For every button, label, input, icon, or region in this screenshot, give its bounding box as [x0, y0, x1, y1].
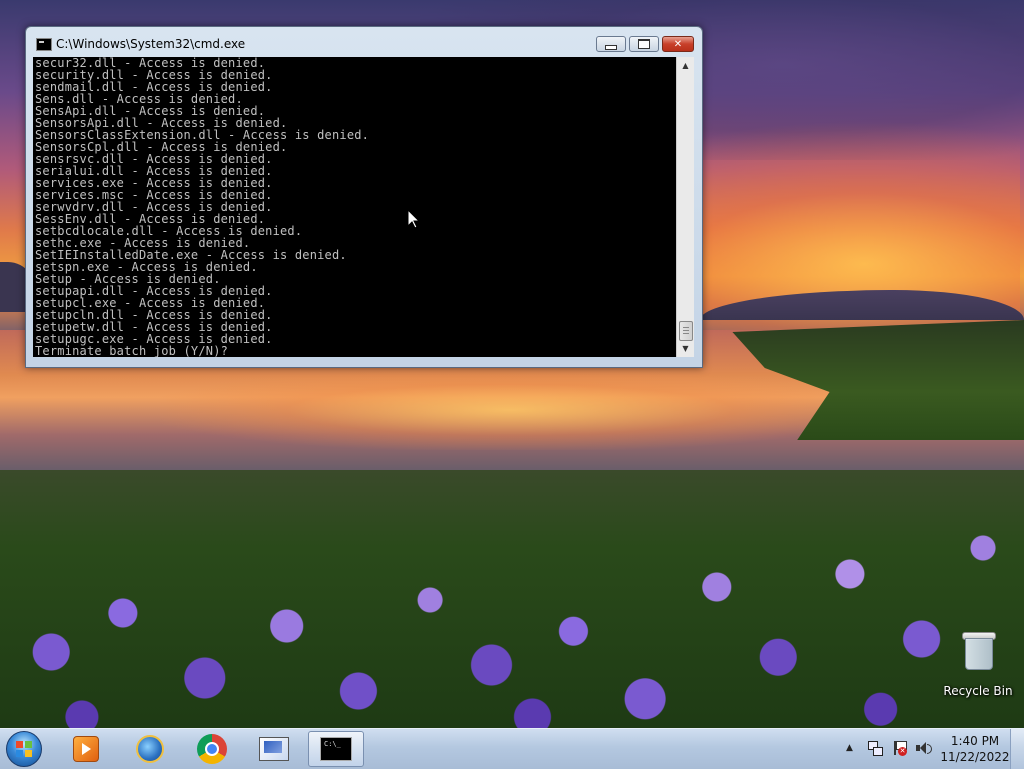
cmd-icon: C:\_: [320, 737, 352, 761]
taskbar-internet-explorer[interactable]: [122, 731, 178, 767]
scroll-down-arrow-icon[interactable]: ▼: [677, 340, 694, 357]
clock[interactable]: 1:40 PM 11/22/2022: [940, 733, 1010, 765]
minimize-button[interactable]: [596, 36, 626, 52]
taskbar-chrome[interactable]: [184, 731, 240, 767]
wallpaper-lake-reflection: [160, 370, 860, 450]
taskbar-cmd[interactable]: C:\_: [308, 731, 364, 767]
computer-icon: [259, 737, 289, 761]
internet-explorer-icon: [136, 735, 164, 763]
system-tray: ▲ ✕ 1:40 PM 11/22/2022: [840, 729, 1024, 769]
window-title: C:\Windows\System32\cmd.exe: [56, 37, 246, 51]
network-icon[interactable]: [868, 741, 883, 756]
taskbar-windows-media-player[interactable]: [58, 731, 114, 767]
console-output[interactable]: secur32.dll - Access is denied. security…: [33, 57, 676, 357]
maximize-icon: [638, 39, 650, 49]
windows-start-orb-icon: [6, 731, 42, 767]
start-button[interactable]: [4, 731, 44, 767]
console-text: secur32.dll - Access is denied. security…: [33, 57, 676, 357]
volume-icon[interactable]: [916, 741, 932, 755]
clock-date: 11/22/2022: [940, 750, 1010, 764]
minimize-icon: [605, 44, 617, 50]
show-desktop-button[interactable]: [1010, 729, 1024, 769]
recycle-bin[interactable]: Recycle Bin: [940, 628, 1016, 698]
close-button[interactable]: ✕: [662, 36, 694, 52]
taskbar-computer[interactable]: [246, 731, 302, 767]
recycle-bin-icon: [962, 628, 996, 670]
console-line: Terminate batch job (Y/N)?: [35, 344, 229, 357]
clock-time: 1:40 PM: [950, 734, 1000, 748]
maximize-button[interactable]: [629, 36, 659, 52]
cmd-window[interactable]: C:\Windows\System32\cmd.exe ✕ secur32.dl…: [25, 26, 703, 368]
scrollbar-thumb[interactable]: [679, 321, 693, 341]
chrome-icon: [197, 734, 227, 764]
windows-media-player-icon: [73, 736, 99, 762]
wallpaper-flowers: [0, 470, 1024, 730]
taskbar: C:\_ ▲ ✕ 1:40 PM 11/22/2022: [0, 728, 1024, 769]
action-center-icon[interactable]: ✕: [892, 741, 907, 756]
cmd-app-icon[interactable]: [36, 38, 52, 51]
close-icon: ✕: [673, 38, 683, 50]
vertical-scrollbar[interactable]: ▲ ▼: [676, 57, 694, 357]
window-titlebar[interactable]: C:\Windows\System32\cmd.exe ✕: [26, 27, 702, 57]
recycle-bin-label: Recycle Bin: [943, 684, 1013, 698]
scroll-up-arrow-icon[interactable]: ▲: [677, 57, 694, 74]
show-hidden-icons-icon[interactable]: ▲: [846, 743, 853, 753]
